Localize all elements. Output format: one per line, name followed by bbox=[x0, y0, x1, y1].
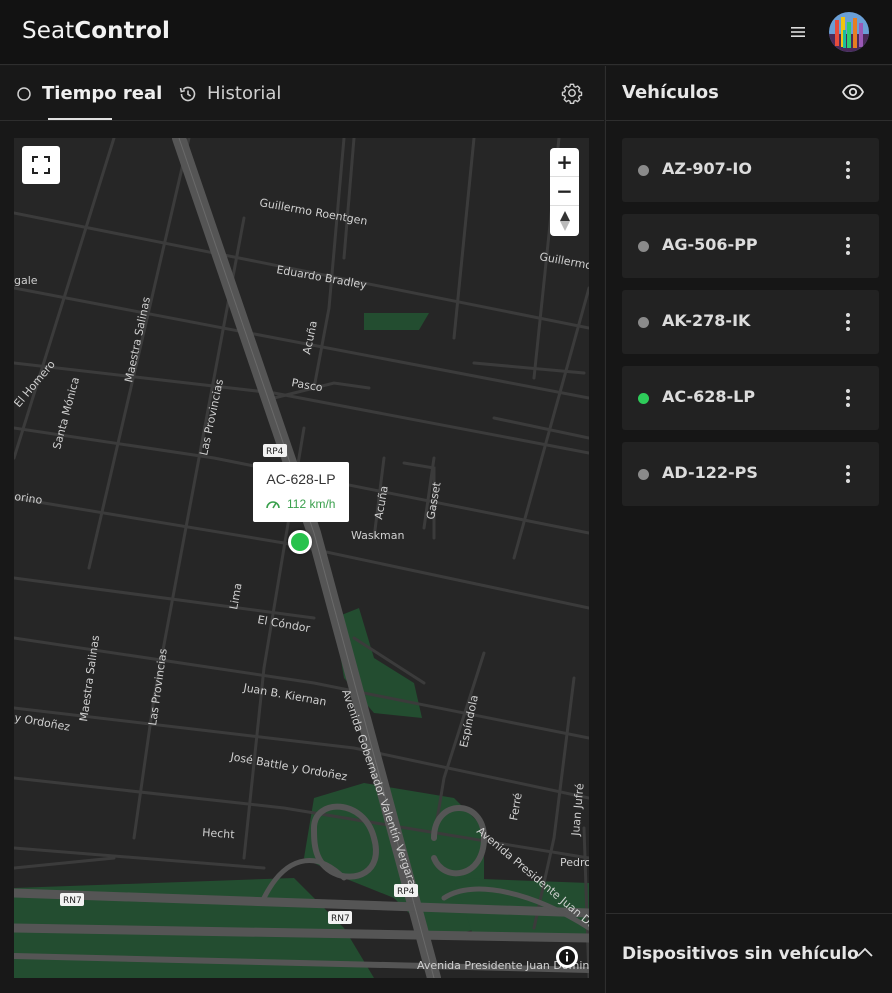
gear-icon[interactable] bbox=[561, 82, 583, 104]
street-label: Waskman bbox=[351, 529, 404, 542]
active-tab-indicator bbox=[48, 118, 112, 120]
brand-light: Seat bbox=[22, 18, 75, 44]
devices-label: Dispositivos sin vehículo bbox=[622, 944, 859, 964]
route-shield: RN7 bbox=[63, 896, 82, 906]
tab-realtime-label: Tiempo real bbox=[42, 83, 163, 104]
street-label: Juan B. Kiernan bbox=[241, 681, 327, 709]
street-label: Gasset bbox=[424, 480, 443, 520]
street-label: gale bbox=[14, 274, 38, 287]
tab-history-label: Historial bbox=[207, 83, 282, 104]
hamburger-menu-icon[interactable] bbox=[788, 24, 808, 40]
view-tabs: Tiempo real Historial bbox=[0, 66, 604, 121]
info-icon bbox=[559, 949, 575, 965]
history-icon bbox=[179, 86, 196, 101]
street-label: orino bbox=[14, 490, 43, 507]
vehicle-plate: AK-278-IK bbox=[662, 311, 751, 330]
more-vertical-icon[interactable] bbox=[840, 234, 856, 258]
brand-bold: Control bbox=[74, 18, 171, 44]
tab-realtime[interactable]: Tiempo real bbox=[16, 66, 162, 121]
vehicle-item[interactable]: AD-122-PS bbox=[622, 442, 879, 506]
zoom-control: + − bbox=[550, 148, 579, 236]
speed-value: 112 km/h bbox=[287, 497, 336, 511]
popup-plate: AC-628-LP bbox=[266, 471, 336, 487]
more-vertical-icon[interactable] bbox=[840, 386, 856, 410]
tab-history[interactable]: Historial bbox=[178, 66, 281, 121]
map-view[interactable]: Guillermo Roentgen Guillermo Eduardo Bra… bbox=[14, 138, 589, 978]
zoom-out-button[interactable]: − bbox=[550, 177, 579, 206]
status-dot bbox=[638, 165, 649, 176]
status-dot bbox=[638, 241, 649, 252]
more-vertical-icon[interactable] bbox=[840, 158, 856, 182]
popup-speed: 112 km/h bbox=[265, 497, 335, 511]
vehicles-title: Vehículos bbox=[622, 82, 719, 103]
street-label: Las Provincias bbox=[197, 378, 226, 457]
radio-circle-icon bbox=[17, 86, 31, 101]
street-label: José Battle y Ordoñez bbox=[228, 750, 348, 784]
devices-without-vehicle-toggle[interactable]: Dispositivos sin vehículo bbox=[606, 913, 892, 993]
fullscreen-button[interactable] bbox=[22, 146, 60, 184]
vehicle-item[interactable]: AC-628-LP bbox=[622, 366, 879, 430]
map-panel: Tiempo real Historial Guillermo Roentgen… bbox=[0, 66, 604, 993]
vehicle-popup: AC-628-LP 112 km/h bbox=[253, 462, 349, 522]
street-label: Pedro bbox=[560, 856, 589, 869]
zoom-in-button[interactable]: + bbox=[550, 148, 579, 177]
avatar[interactable] bbox=[829, 12, 869, 52]
status-dot-active bbox=[638, 393, 649, 404]
chevron-up-icon bbox=[857, 947, 873, 957]
vehicles-panel: Vehículos AZ-907-IO AG-506-PP AK-278-IK … bbox=[605, 66, 892, 993]
street-label: Hecht bbox=[202, 826, 236, 841]
vehicle-plate: AG-506-PP bbox=[662, 235, 758, 254]
fullscreen-icon bbox=[32, 156, 50, 174]
status-dot bbox=[638, 317, 649, 328]
street-label: Guillermo Roentgen bbox=[258, 196, 368, 228]
top-bar: SeatControl bbox=[0, 0, 892, 65]
brand-logo: SeatControl bbox=[22, 18, 170, 44]
vehicle-item[interactable]: AG-506-PP bbox=[622, 214, 879, 278]
vehicle-item[interactable]: AK-278-IK bbox=[622, 290, 879, 354]
route-shield: RP4 bbox=[397, 887, 415, 897]
street-label: Eduardo Bradley bbox=[275, 263, 368, 292]
map-info-button[interactable] bbox=[556, 946, 578, 968]
street-label: Santa Mónica bbox=[50, 376, 82, 451]
vehicle-marker[interactable] bbox=[288, 530, 312, 554]
route-shield: RP4 bbox=[266, 447, 284, 457]
compass-icon bbox=[559, 210, 570, 231]
more-vertical-icon[interactable] bbox=[840, 310, 856, 334]
status-dot bbox=[638, 469, 649, 480]
vehicle-plate: AC-628-LP bbox=[662, 387, 756, 406]
more-vertical-icon[interactable] bbox=[840, 462, 856, 486]
map-roads: Guillermo Roentgen Guillermo Eduardo Bra… bbox=[14, 138, 589, 978]
street-label: Ferré bbox=[507, 792, 525, 822]
street-label: Lima bbox=[227, 582, 244, 610]
compass-button[interactable] bbox=[550, 206, 579, 235]
vehicles-header: Vehículos bbox=[606, 66, 892, 121]
route-shield: RN7 bbox=[331, 914, 350, 924]
vehicle-item[interactable]: AZ-907-IO bbox=[622, 138, 879, 202]
vehicle-plate: AZ-907-IO bbox=[662, 159, 752, 178]
speedometer-icon bbox=[266, 501, 280, 509]
eye-icon[interactable] bbox=[842, 82, 864, 102]
vehicle-plate: AD-122-PS bbox=[662, 463, 758, 482]
street-label: Acuña bbox=[300, 320, 320, 356]
